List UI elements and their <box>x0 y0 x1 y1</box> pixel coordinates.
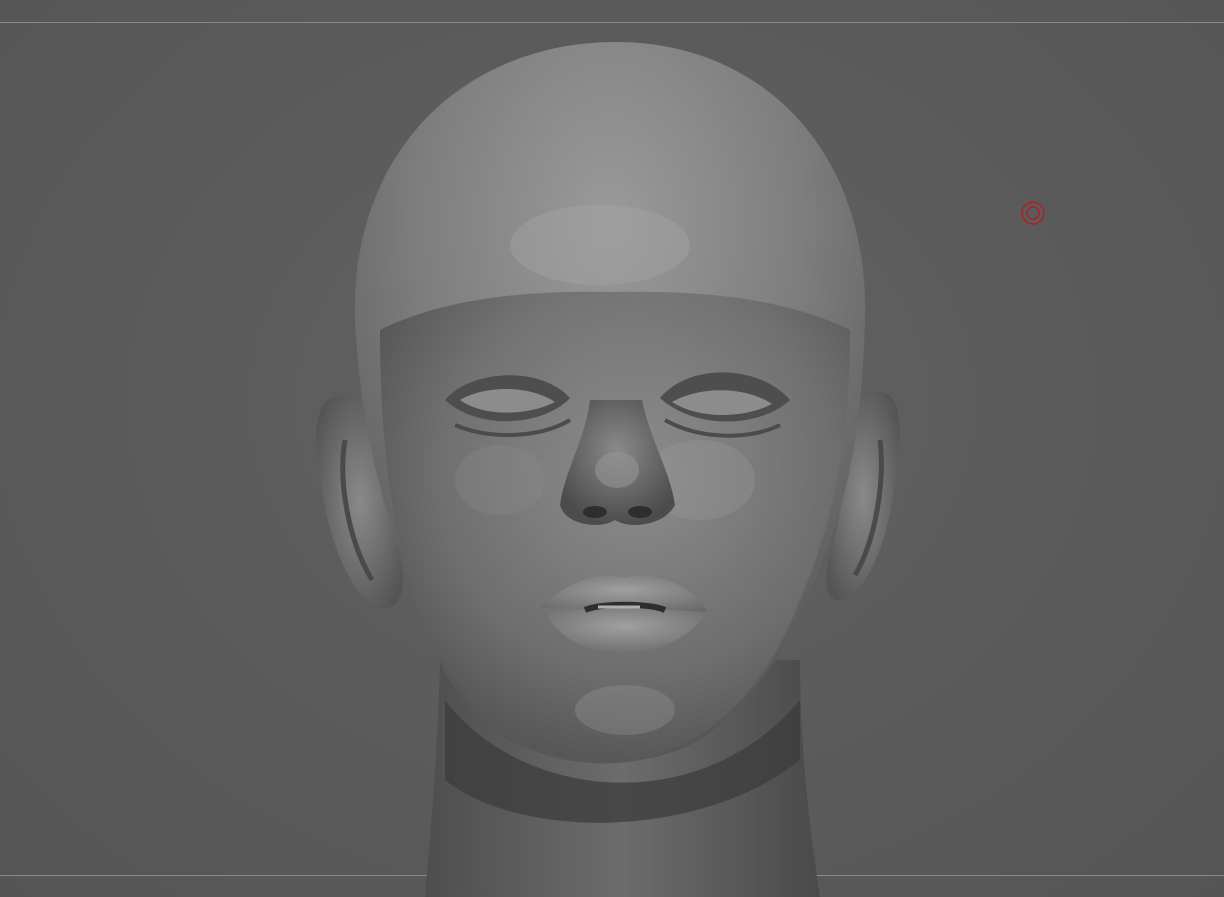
3d-viewport[interactable] <box>0 0 1224 897</box>
target-icon[interactable] <box>1020 200 1046 226</box>
head-sculpt-model[interactable] <box>0 0 1224 897</box>
